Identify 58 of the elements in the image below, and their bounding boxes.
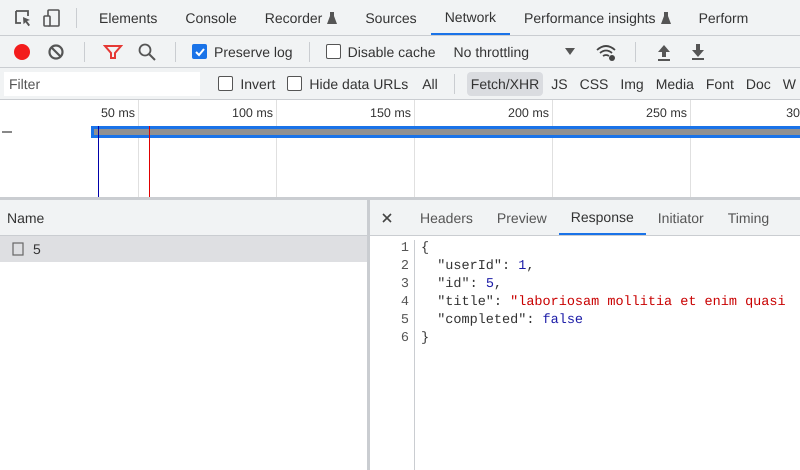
panel-tab[interactable]: Sources xyxy=(351,0,431,35)
timeline-dash xyxy=(2,131,12,133)
code-line: "completed": false xyxy=(436,312,584,330)
filter-field[interactable]: Filter xyxy=(4,72,200,96)
time-tick-label: 50 ms xyxy=(100,106,135,120)
inspect-element-icon[interactable] xyxy=(13,8,33,28)
details-tab[interactable]: Timing xyxy=(716,200,782,235)
panel-tab[interactable]: Perform xyxy=(684,0,762,35)
type-filter-button[interactable]: Fetch/XHR xyxy=(466,72,544,96)
type-filter-button[interactable]: Font xyxy=(702,72,738,96)
device-toolbar-icon[interactable] xyxy=(42,8,62,28)
details-tab[interactable]: Preview xyxy=(484,200,559,235)
caret-icon xyxy=(565,48,576,56)
line-number: 4 xyxy=(400,294,409,312)
disable-cache-checkbox[interactable]: Disable cache xyxy=(326,44,436,60)
type-filter-button[interactable]: JS xyxy=(547,72,572,96)
type-filter-button[interactable]: W xyxy=(778,72,800,96)
document-icon xyxy=(12,242,24,256)
panel-tab[interactable]: Console xyxy=(171,0,251,35)
details-tab[interactable]: Headers xyxy=(408,200,485,235)
load-event-line xyxy=(149,126,150,197)
code-line: "title": "laboriosam mollitia et enim quasi xyxy=(436,294,786,312)
details-tab[interactable]: Initiator xyxy=(646,200,716,235)
type-filter-button[interactable]: Media xyxy=(652,72,698,96)
clear-icon[interactable] xyxy=(46,42,66,62)
line-number: 5 xyxy=(400,312,409,330)
column-header: Name xyxy=(7,210,44,226)
panel-tab[interactable]: Recorder xyxy=(250,0,352,35)
type-filter-button[interactable]: Img xyxy=(616,72,648,96)
type-filter-button[interactable]: CSS xyxy=(576,72,612,96)
line-number: 2 xyxy=(400,258,409,276)
record-button[interactable] xyxy=(12,42,32,62)
time-tick-label: 150 ms xyxy=(370,106,411,120)
time-tick-label: 100 ms xyxy=(232,106,273,120)
throttling-dropdown[interactable]: No throttling xyxy=(454,44,576,60)
panel-tab[interactable]: Performance insights xyxy=(510,0,685,35)
type-filter-button[interactable]: Doc xyxy=(742,72,775,96)
checkmark-icon xyxy=(194,46,206,58)
time-tick-label: 30 xyxy=(786,106,800,120)
line-number: 6 xyxy=(400,330,409,348)
time-tick-label: 250 ms xyxy=(646,106,687,120)
dom-content-loaded-line xyxy=(98,126,99,197)
invert-checkbox[interactable]: Invert xyxy=(218,76,276,92)
search-icon[interactable] xyxy=(137,42,157,62)
code-line: "userId": 1, xyxy=(436,258,536,276)
time-tick-label: 200 ms xyxy=(508,106,549,120)
close-icon[interactable] xyxy=(382,212,392,222)
preserve-log-checkbox[interactable]: Preserve log xyxy=(192,44,293,60)
code-line: "id": 5, xyxy=(436,276,504,294)
code-line: } xyxy=(421,330,430,348)
code-line: { xyxy=(421,240,430,258)
hide-data-urls-checkbox[interactable]: Hide data URLs xyxy=(287,76,408,92)
type-filter-button[interactable]: All xyxy=(418,72,442,96)
panel-tab[interactable]: Elements xyxy=(85,0,172,35)
details-tab[interactable]: Response xyxy=(558,200,646,235)
line-number: 3 xyxy=(400,276,409,294)
line-number: 1 xyxy=(400,240,409,258)
request-row[interactable]: 5 xyxy=(0,236,367,262)
